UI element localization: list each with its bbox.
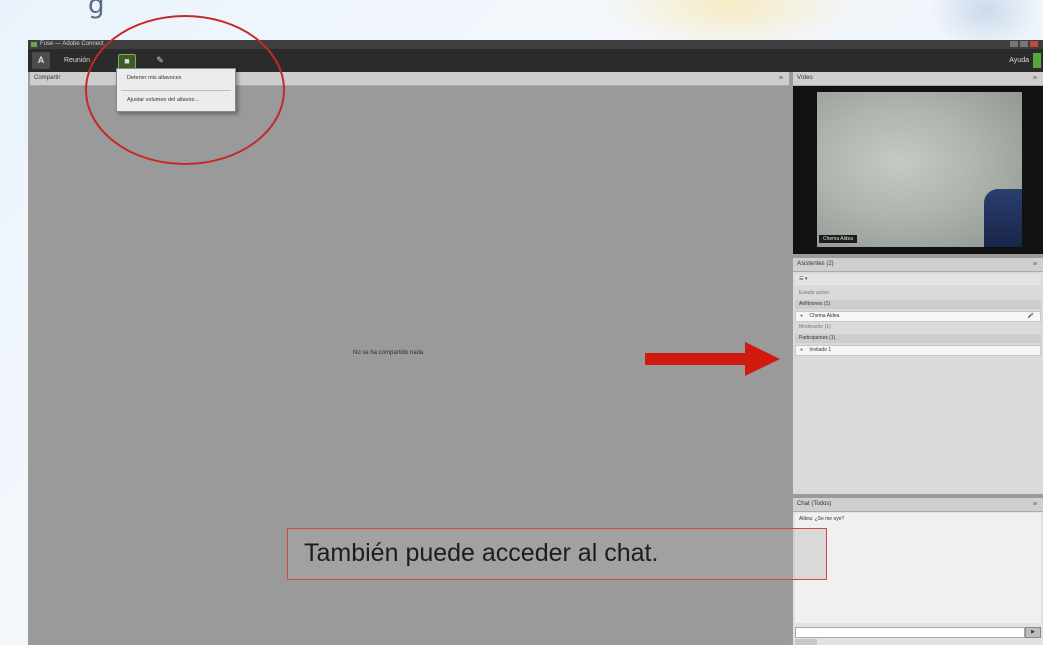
- user-icon: ●: [800, 347, 804, 353]
- attendees-pod-header: Asistentes (2) ≡: [793, 258, 1043, 272]
- attendee-name: Invitado 1: [809, 347, 832, 353]
- pod-options-icon[interactable]: ≡: [1033, 258, 1037, 271]
- chat-pod-header: Chat (Todos) ≡: [793, 498, 1043, 512]
- attendees-pod-title: Asistentes (2): [797, 261, 834, 267]
- host-substatus: Moderador (1): [799, 324, 831, 330]
- video-pod-title: Vídeo: [797, 75, 813, 81]
- app-icon: [31, 42, 37, 47]
- list-item[interactable]: ● Invitado 1: [795, 345, 1041, 356]
- microphone-icon: 🎤: [1027, 313, 1034, 319]
- pod-options-icon[interactable]: ≡: [1033, 498, 1037, 511]
- chat-callout: También puede acceder al chat.: [287, 528, 827, 580]
- video-pod: Vídeo ≡ Chema Aldea: [793, 72, 1043, 254]
- list-item[interactable]: ● Chema Aldea 🎤: [795, 311, 1041, 322]
- help-menu[interactable]: Ayuda: [1009, 49, 1029, 72]
- group-participants[interactable]: Participantes (1): [795, 334, 1041, 343]
- maximize-button[interactable]: [1020, 41, 1028, 47]
- chat-input[interactable]: [795, 627, 1025, 638]
- chat-pod-title: Chat (Todos): [797, 501, 832, 507]
- send-icon-button[interactable]: ▶: [1025, 627, 1041, 638]
- attendees-pod: Asistentes (2) ≡ ☰ ▾ Estado activo Anfit…: [793, 258, 1043, 494]
- window-controls: [1010, 41, 1038, 47]
- attendee-name: Chema Aldea: [809, 313, 840, 319]
- pod-options-icon[interactable]: ≡: [1033, 72, 1037, 85]
- adobe-logo-icon: A: [32, 52, 50, 69]
- share-empty-message: No se ha compartido nada: [353, 350, 424, 356]
- red-arrow-icon: [645, 342, 780, 376]
- window-title: Fuse — Adobe Connect: [40, 41, 104, 47]
- group-hosts[interactable]: Anfitriones (1): [795, 300, 1041, 309]
- meeting-menu[interactable]: Reunión: [64, 49, 90, 72]
- slide-edge-glyph: g: [88, 0, 105, 20]
- video-pod-header: Vídeo ≡: [793, 72, 1043, 86]
- close-button[interactable]: [1030, 41, 1038, 47]
- user-icon: ●: [800, 313, 804, 319]
- chat-history: Aldea: ¿Se me oye?: [795, 513, 1041, 623]
- webcam-feed: Chema Aldea: [817, 92, 1022, 247]
- highlight-circle: [85, 15, 285, 165]
- chat-pod: Chat (Todos) ≡ Aldea: ¿Se me oye? ▶: [793, 498, 1043, 645]
- chat-message: Aldea: ¿Se me oye?: [799, 516, 845, 522]
- status-indicator: [1033, 53, 1041, 68]
- minimize-button[interactable]: [1010, 41, 1018, 47]
- attendee-status-label: Estado activo: [799, 290, 830, 296]
- attendees-tool-row[interactable]: ☰ ▾: [795, 274, 1041, 285]
- chat-tab[interactable]: [795, 639, 817, 645]
- callout-text: También puede acceder al chat.: [304, 539, 659, 567]
- share-pod-title: Compartir: [34, 75, 61, 81]
- video-chair: [984, 189, 1022, 247]
- pod-options-icon[interactable]: ≡: [779, 72, 783, 85]
- video-user-label: Chema Aldea: [819, 235, 858, 243]
